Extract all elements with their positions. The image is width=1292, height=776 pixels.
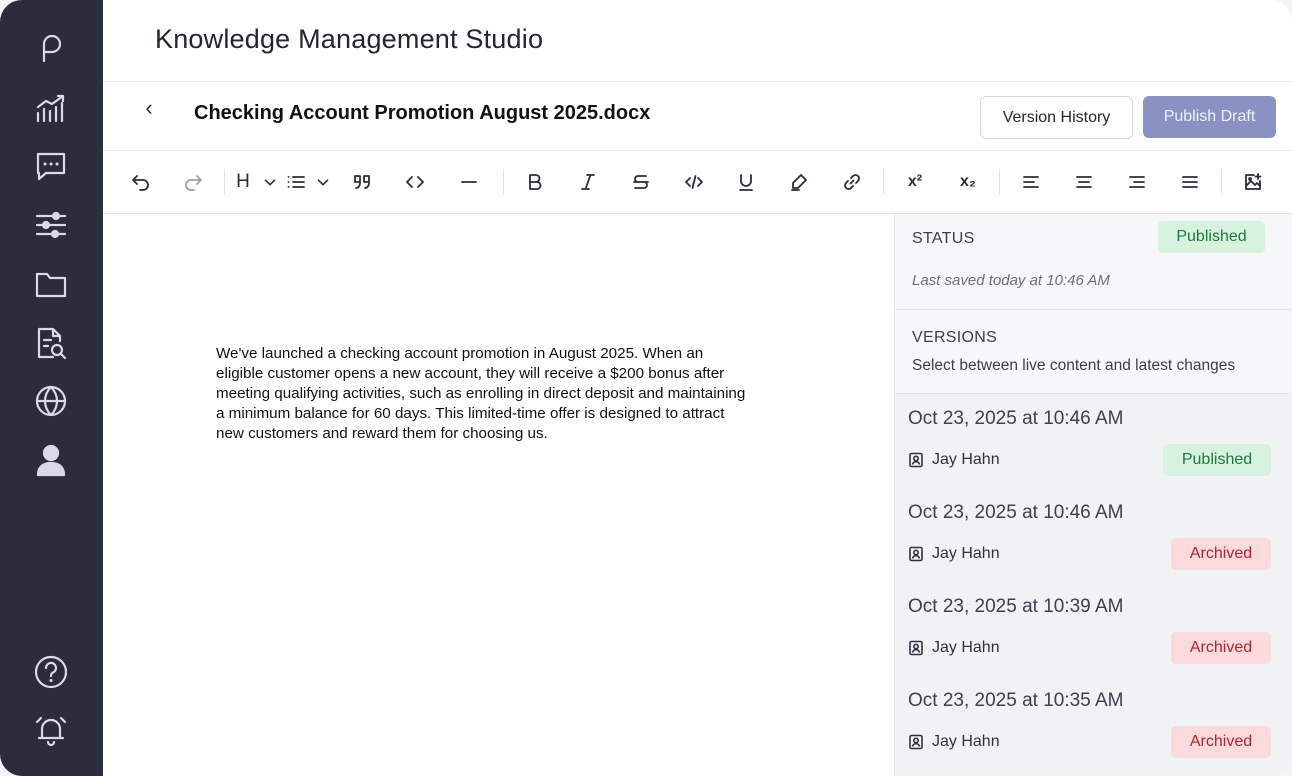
list-chevron-down-icon[interactable] [314, 167, 332, 197]
contact-card-icon [909, 452, 923, 468]
formatting-toolbar: H x² x₂ [103, 151, 1292, 214]
version-author: Jay Hahn [908, 639, 1000, 657]
version-item[interactable]: Oct 23, 2025 at 10:46 AM Jay Hahn Publis… [895, 394, 1292, 488]
versions-label: VERSIONS [912, 329, 998, 346]
contact-card-icon [909, 546, 923, 562]
align-left-icon[interactable] [1020, 167, 1042, 197]
code-inline-icon[interactable] [404, 167, 426, 197]
user-icon[interactable] [26, 440, 76, 480]
list-icon[interactable] [285, 167, 307, 197]
document-title: Checking Account Promotion August 2025.d… [194, 102, 651, 124]
toolbar-divider [503, 169, 504, 195]
toolbar-divider [999, 169, 1000, 195]
version-status-badge: Archived [1171, 632, 1271, 664]
version-author-name: Jay Hahn [932, 733, 1000, 750]
folder-icon[interactable] [26, 264, 76, 304]
version-panel: STATUS Published Last saved today at 10:… [894, 214, 1292, 776]
sliders-icon[interactable] [26, 205, 76, 245]
code-block-icon[interactable] [683, 167, 705, 197]
app-window: Knowledge Management Studio ‹ Checking A… [0, 0, 1292, 776]
alarm-bell-icon[interactable] [26, 710, 76, 750]
redo-icon[interactable] [182, 167, 204, 197]
status-section: STATUS Published Last saved today at 10:… [895, 214, 1292, 310]
version-item[interactable]: Oct 23, 2025 at 10:35 AM Jay Hahn Archiv… [895, 676, 1292, 770]
publish-draft-button[interactable]: Publish Draft [1143, 96, 1276, 138]
help-icon[interactable] [26, 652, 76, 692]
version-author: Jay Hahn [908, 545, 1000, 563]
version-status-badge: Published [1163, 444, 1271, 476]
version-history-button[interactable]: Version History [980, 96, 1133, 139]
version-date: Oct 23, 2025 at 10:35 AM [908, 690, 1124, 711]
heading-button[interactable]: H [234, 167, 252, 197]
link-icon[interactable] [841, 167, 863, 197]
horizontal-rule-icon[interactable] [458, 167, 480, 197]
version-status-badge: Archived [1171, 726, 1271, 758]
logo-p-icon[interactable] [26, 26, 76, 66]
superscript-button[interactable]: x² [903, 167, 927, 197]
version-date: Oct 23, 2025 at 10:46 AM [908, 408, 1124, 429]
version-author: Jay Hahn [908, 733, 1000, 751]
version-author: Jay Hahn [908, 451, 1000, 469]
blockquote-icon[interactable] [351, 167, 373, 197]
contact-card-icon [909, 640, 923, 656]
version-item[interactable]: Oct 23, 2025 at 10:39 AM Jay Hahn Archiv… [895, 582, 1292, 676]
version-author-name: Jay Hahn [932, 451, 1000, 468]
underline-icon[interactable] [735, 167, 757, 197]
align-justify-icon[interactable] [1179, 167, 1201, 197]
document-search-icon[interactable] [26, 323, 76, 363]
align-right-icon[interactable] [1126, 167, 1148, 197]
align-center-icon[interactable] [1073, 167, 1095, 197]
status-badge: Published [1158, 221, 1265, 253]
globe-icon[interactable] [26, 381, 76, 421]
main-area: Knowledge Management Studio ‹ Checking A… [103, 0, 1292, 776]
toolbar-divider [1221, 169, 1222, 195]
bold-icon[interactable] [524, 167, 546, 197]
highlight-icon[interactable] [788, 167, 810, 197]
version-date: Oct 23, 2025 at 10:46 AM [908, 502, 1124, 523]
back-button[interactable]: ‹ [137, 95, 161, 120]
subscript-button[interactable]: x₂ [956, 167, 980, 197]
analytics-icon[interactable] [26, 89, 76, 129]
document-editor[interactable]: We've launched a checking account promot… [103, 214, 893, 776]
document-body[interactable]: We've launched a checking account promot… [216, 344, 751, 444]
chat-icon[interactable] [26, 146, 76, 186]
version-author-name: Jay Hahn [932, 545, 1000, 562]
app-title: Knowledge Management Studio [155, 24, 544, 54]
heading-chevron-down-icon[interactable] [261, 167, 279, 197]
italic-icon[interactable] [577, 167, 599, 197]
top-bar: Knowledge Management Studio [103, 0, 1292, 82]
insert-image-icon[interactable] [1242, 167, 1264, 197]
contact-card-icon [909, 734, 923, 750]
versions-section: VERSIONS Select between live content and… [895, 310, 1292, 394]
version-item[interactable]: Oct 23, 2025 at 10:46 AM Jay Hahn Archiv… [895, 488, 1292, 582]
version-date: Oct 23, 2025 at 10:39 AM [908, 596, 1124, 617]
version-author-name: Jay Hahn [932, 639, 1000, 656]
versions-subtitle: Select between live content and latest c… [912, 357, 1236, 374]
toolbar-divider [224, 169, 225, 195]
status-label: STATUS [912, 230, 975, 247]
document-header: ‹ Checking Account Promotion August 2025… [103, 82, 1292, 151]
last-saved-text: Last saved today at 10:46 AM [912, 272, 1110, 289]
undo-icon[interactable] [130, 167, 152, 197]
strikethrough-icon[interactable] [630, 167, 652, 197]
sidebar [0, 0, 103, 776]
toolbar-divider [883, 169, 884, 195]
version-status-badge: Archived [1171, 538, 1271, 570]
